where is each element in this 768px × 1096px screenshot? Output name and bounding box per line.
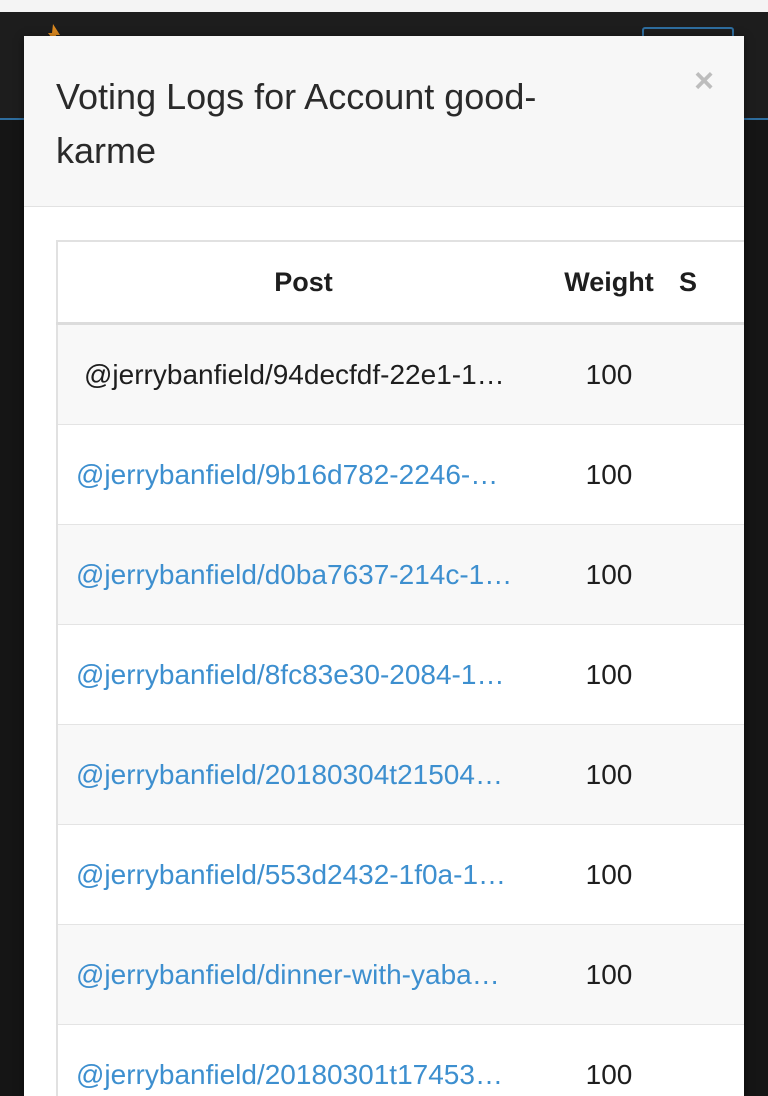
truncated-cell (669, 525, 744, 625)
weight-cell: 100 (549, 825, 669, 925)
truncated-cell (669, 324, 744, 425)
table-row: @jerrybanfield/dinner-with-yaba…100 (57, 925, 744, 1025)
post-link[interactable]: @jerrybanfield/20180304t21504… (57, 725, 549, 825)
post-cell: @jerrybanfield/94decfdf-22e1-1… (57, 324, 549, 425)
table-row: @jerrybanfield/20180301t17453…100 (57, 1025, 744, 1096)
table-row: @jerrybanfield/553d2432-1f0a-1…100 (57, 825, 744, 925)
post-link[interactable]: @jerrybanfield/8fc83e30-2084-1… (57, 625, 549, 725)
table-row: @jerrybanfield/8fc83e30-2084-1…100 (57, 625, 744, 725)
modal-header: Voting Logs for Account good-karme × (24, 36, 744, 207)
table-row: @jerrybanfield/94decfdf-22e1-1…100 (57, 324, 744, 425)
voting-logs-table-container[interactable]: Post Weight S @jerrybanfield/94decfdf-22… (56, 240, 744, 1096)
table-header-row: Post Weight S (57, 241, 744, 324)
status-bar (0, 0, 768, 12)
weight-cell: 100 (549, 1025, 669, 1096)
table-row: @jerrybanfield/20180304t21504…100 (57, 725, 744, 825)
table-row: @jerrybanfield/9b16d782-2246-…100 (57, 425, 744, 525)
weight-cell: 100 (549, 425, 669, 525)
voting-logs-table: Post Weight S @jerrybanfield/94decfdf-22… (56, 240, 744, 1096)
truncated-cell (669, 1025, 744, 1096)
weight-cell: 100 (549, 525, 669, 625)
truncated-cell (669, 625, 744, 725)
close-icon[interactable]: × (694, 64, 714, 98)
post-link[interactable]: @jerrybanfield/9b16d782-2246-… (57, 425, 549, 525)
weight-cell: 100 (549, 925, 669, 1025)
weight-cell: 100 (549, 725, 669, 825)
column-header-weight[interactable]: Weight (549, 241, 669, 324)
table-row: @jerrybanfield/d0ba7637-214c-1…100 (57, 525, 744, 625)
truncated-cell (669, 925, 744, 1025)
truncated-cell (669, 425, 744, 525)
weight-cell: 100 (549, 625, 669, 725)
voting-logs-modal: Voting Logs for Account good-karme × Pos… (24, 36, 744, 1096)
weight-cell: 100 (549, 324, 669, 425)
post-link[interactable]: @jerrybanfield/dinner-with-yaba… (57, 925, 549, 1025)
truncated-cell (669, 825, 744, 925)
post-link[interactable]: @jerrybanfield/d0ba7637-214c-1… (57, 525, 549, 625)
post-link[interactable]: @jerrybanfield/20180301t17453… (57, 1025, 549, 1096)
post-link[interactable]: @jerrybanfield/553d2432-1f0a-1… (57, 825, 549, 925)
modal-title: Voting Logs for Account good-karme (56, 70, 616, 178)
truncated-cell (669, 725, 744, 825)
column-header-truncated[interactable]: S (669, 241, 744, 324)
column-header-post[interactable]: Post (57, 241, 549, 324)
